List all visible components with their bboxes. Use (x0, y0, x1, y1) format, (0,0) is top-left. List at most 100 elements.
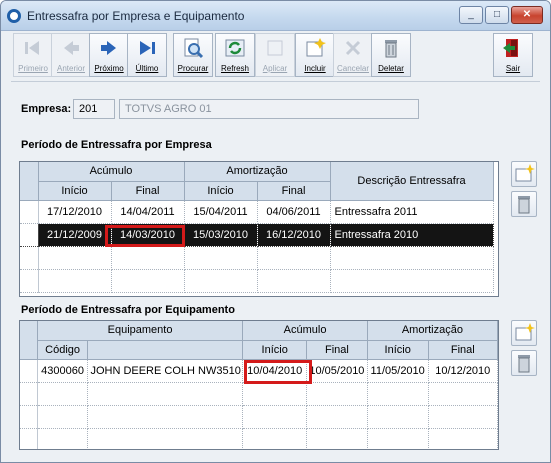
cancel-button[interactable]: Cancelar (333, 33, 373, 77)
cell-codigo[interactable]: 4300060 (37, 359, 89, 383)
maximize-button[interactable]: □ (485, 6, 509, 24)
row-selector[interactable] (20, 359, 38, 383)
cell-amortizacao-inicio[interactable]: 15/03/2010 (184, 223, 258, 247)
refresh-icon (224, 37, 246, 59)
table-row-empty[interactable] (20, 382, 498, 406)
table-row-empty[interactable] (20, 246, 494, 270)
cell-descricao[interactable]: Entressafra 2011 (330, 200, 494, 224)
cell-amortizacao-inicio[interactable]: 11/05/2010 (367, 359, 429, 383)
delete-icon (518, 355, 530, 373)
add-icon (515, 164, 535, 182)
empresa-label: Empresa: (21, 103, 72, 115)
apply-button[interactable]: Aplicar (255, 33, 295, 77)
toolbar: Primeiro Anterior Próximo Último Procura… (9, 31, 542, 79)
add-label: Incluir (304, 64, 326, 73)
header-final[interactable]: Final (257, 181, 331, 201)
empresa-name-field[interactable]: TOTVS AGRO 01 (119, 99, 419, 119)
cell-amortizacao-final[interactable]: 10/12/2010 (428, 359, 498, 383)
table-row-empty[interactable] (20, 269, 494, 293)
next-label: Próximo (94, 64, 124, 73)
delete-icon (380, 37, 402, 59)
close-button[interactable]: ✕ (511, 6, 543, 24)
last-label: Último (135, 64, 159, 73)
search-icon (182, 37, 204, 59)
empresa-code-field[interactable]: 201 (73, 99, 115, 119)
header-codigo[interactable]: Código (37, 340, 89, 360)
minimize-button[interactable]: _ (459, 6, 483, 24)
highlight-box (244, 360, 312, 384)
refresh-label: Refresh (220, 64, 249, 73)
header-inicio[interactable]: Início (184, 181, 258, 201)
header-descricao[interactable] (87, 340, 244, 360)
cell-acumulo-final[interactable]: 10/05/2010 (306, 359, 368, 383)
cell-acumulo-inicio[interactable]: 21/12/2009 (38, 223, 112, 247)
app-icon (7, 9, 21, 23)
cell-acumulo-final[interactable]: 14/04/2011 (111, 200, 185, 224)
add-icon (304, 37, 326, 59)
previous-label: Anterior (56, 64, 85, 73)
table-row-empty[interactable] (20, 428, 498, 449)
cell-equipamento[interactable]: JOHN DEERE COLH NW3510 (87, 359, 244, 383)
delete-row-button[interactable] (511, 350, 537, 376)
exit-button[interactable]: Sair (493, 33, 533, 77)
next-button[interactable]: Próximo (89, 33, 129, 77)
equipamento-grid[interactable]: Equipamento Acúmulo Amortização Código I… (19, 320, 499, 450)
delete-label: Deletar (378, 64, 404, 73)
first-label: Primeiro (18, 64, 48, 73)
header-acumulo[interactable]: Acúmulo (38, 162, 185, 182)
add-icon (515, 323, 535, 341)
refresh-button[interactable]: Refresh (215, 33, 255, 77)
search-label: Procurar (177, 64, 209, 73)
first-record-icon (22, 37, 44, 59)
header-inicio[interactable]: Início (38, 181, 112, 201)
section1-title: Período de Entressafra por Empresa (21, 139, 212, 151)
row-selector[interactable] (20, 200, 39, 224)
cancel-icon (342, 37, 364, 59)
apply-label: Aplicar (262, 64, 288, 73)
exit-label: Sair (505, 64, 521, 73)
header-final[interactable]: Final (306, 340, 368, 360)
exit-icon (502, 37, 524, 59)
apply-icon (264, 37, 286, 59)
first-button[interactable]: Primeiro (13, 33, 53, 77)
table-row-selected[interactable]: 21/12/2009 14/03/2010 15/03/2010 16/12/2… (20, 223, 494, 247)
header-final[interactable]: Final (428, 340, 498, 360)
main-window: Entressafra por Empresa e Equipamento _ … (0, 0, 551, 463)
header-inicio[interactable]: Início (367, 340, 429, 360)
title-bar[interactable]: Entressafra por Empresa e Equipamento _ … (1, 1, 550, 31)
cell-amortizacao-final[interactable]: 16/12/2010 (257, 223, 331, 247)
cell-amortizacao-inicio[interactable]: 15/04/2011 (184, 200, 258, 224)
equipamento-table: Equipamento Acúmulo Amortização Código I… (20, 321, 498, 449)
header-equipamento[interactable]: Equipamento (37, 321, 244, 341)
table-row[interactable]: 17/12/2010 14/04/2011 15/04/2011 04/06/2… (20, 200, 494, 224)
cancel-label: Cancelar (336, 64, 369, 73)
toolbar-separator (11, 81, 540, 82)
table-row-empty[interactable] (20, 405, 498, 429)
header-descricao[interactable]: Descrição Entressafra (330, 162, 494, 201)
last-record-icon (136, 37, 158, 59)
cell-descricao[interactable]: Entressafra 2010 (330, 223, 494, 247)
delete-row-button[interactable] (511, 191, 537, 217)
header-amortizacao[interactable]: Amortização (184, 162, 331, 182)
add-button[interactable]: Incluir (295, 33, 335, 77)
header-final[interactable]: Final (111, 181, 185, 201)
highlight-box (105, 225, 185, 247)
add-row-button[interactable] (511, 320, 537, 346)
row-header-corner (20, 162, 39, 201)
delete-icon (518, 196, 530, 214)
previous-record-icon (60, 37, 82, 59)
empresa-grid[interactable]: Acúmulo Amortização Descrição Entressafr… (19, 161, 499, 297)
empresa-table: Acúmulo Amortização Descrição Entressafr… (20, 162, 494, 293)
header-amortizacao[interactable]: Amortização (367, 321, 498, 341)
header-acumulo[interactable]: Acúmulo (242, 321, 368, 341)
cell-amortizacao-final[interactable]: 04/06/2011 (257, 200, 331, 224)
delete-button[interactable]: Deletar (371, 33, 411, 77)
add-row-button[interactable] (511, 161, 537, 187)
previous-button[interactable]: Anterior (51, 33, 91, 77)
header-inicio[interactable]: Início (242, 340, 308, 360)
next-record-icon (98, 37, 120, 59)
search-button[interactable]: Procurar (173, 33, 213, 77)
row-selector[interactable] (20, 223, 39, 247)
last-button[interactable]: Último (127, 33, 167, 77)
cell-acumulo-inicio[interactable]: 17/12/2010 (38, 200, 112, 224)
